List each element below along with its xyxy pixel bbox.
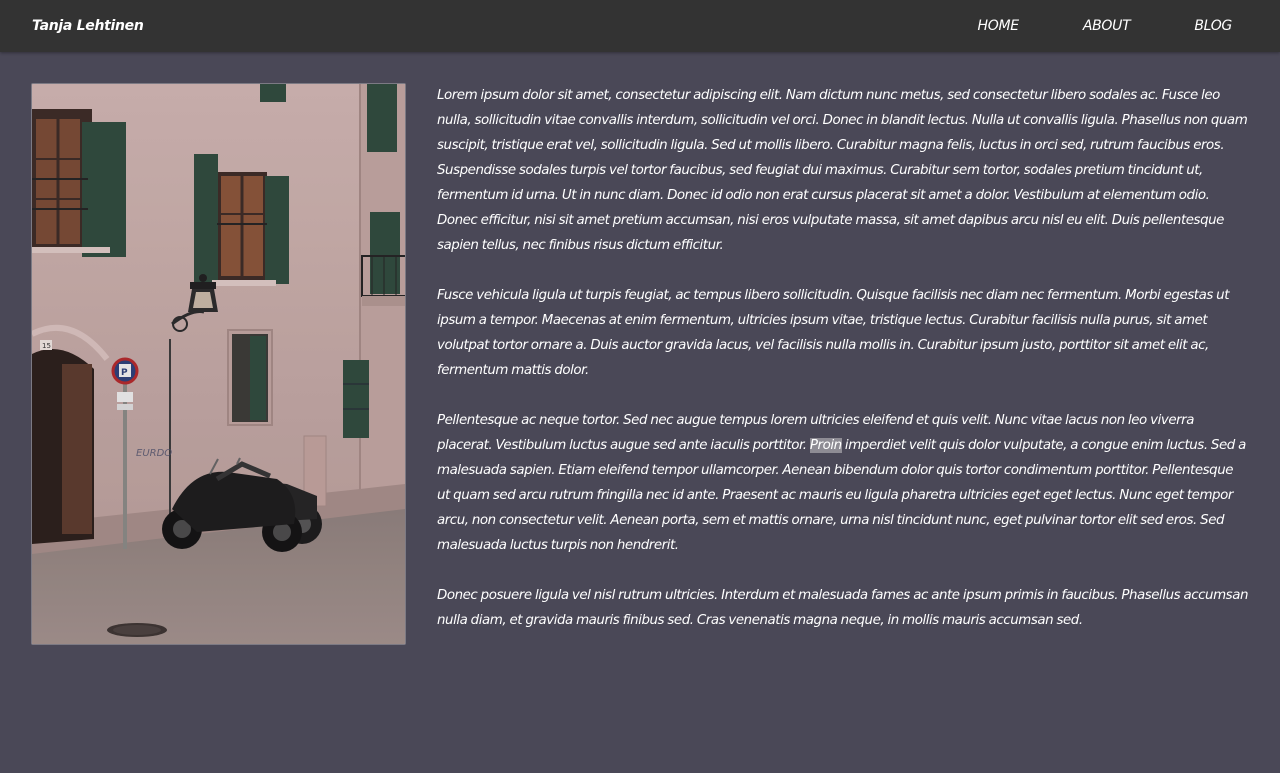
paragraph-3: Pellentesque ac neque tortor. Sed nec au…	[437, 408, 1249, 558]
paragraph-1: Lorem ipsum dolor sit amet, consectetur …	[437, 88, 1248, 253]
selected-text: Proin	[809, 438, 842, 453]
nav-blog-link[interactable]: BLOG	[1194, 16, 1232, 36]
site-brand-link[interactable]: Tanja Lehtinen	[32, 16, 144, 36]
nav-about-link[interactable]: ABOUT	[1083, 16, 1131, 36]
street-photo: 15 P EURDO	[31, 83, 406, 645]
paragraph-2: Fusce vehicula ligula ut turpis feugiat,…	[437, 288, 1230, 378]
article-content: Lorem ipsum dolor sit amet, consectetur …	[437, 83, 1249, 658]
paragraph-4: Donec posuere ligula vel nisl rutrum ult…	[437, 588, 1248, 628]
top-navbar: Tanja Lehtinen HOME ABOUT BLOG	[0, 0, 1280, 52]
nav-home-link[interactable]: HOME	[978, 16, 1020, 36]
main-nav: HOME ABOUT BLOG	[914, 16, 1233, 36]
paragraph-3-text-after: imperdiet velit quis dolor vulputate, a …	[437, 438, 1246, 553]
